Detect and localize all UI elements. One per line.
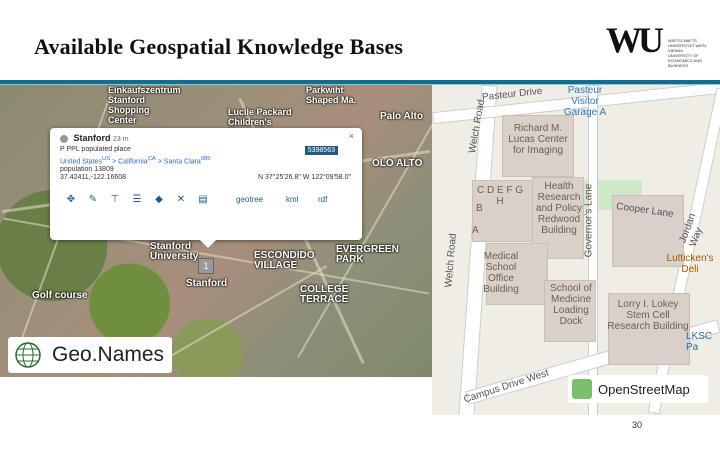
delete-icon[interactable]: ✕	[170, 194, 192, 205]
osm-logo-icon	[572, 379, 592, 399]
road-welch-road: Welch Road	[443, 232, 459, 289]
edit-icon[interactable]: ✎	[82, 194, 104, 205]
logo-text: WIRTSCHAFTS UNIVERSITÄT WIEN VIENNA UNIV…	[668, 38, 706, 68]
bldg-lucas-center: Richard M. Lucas Center for Imaging	[508, 123, 568, 156]
popup-distance: 23 m	[113, 136, 129, 143]
popup-place-name: Stanford	[73, 133, 111, 143]
osm-wordmark: OpenStreetMap	[598, 382, 690, 397]
map-label-shopping-center: Einkaufszentrum Stanford Shopping Center	[108, 85, 181, 125]
map-label-college-terrace: COLLEGE TERRACE	[300, 284, 349, 305]
popup-population: population 13809	[60, 166, 114, 173]
coords-decimal: 37.42411,-122.16608	[60, 174, 127, 181]
popup-title: Stanford 23 m	[60, 133, 129, 143]
hierarchy-county[interactable]: Santa Clara	[164, 158, 201, 165]
geonames-badge: Geo.Names	[8, 337, 172, 373]
population-label: population	[60, 166, 93, 173]
popup-hierarchy: United StatesUS > CaliforniaCA > Santa C…	[60, 156, 211, 166]
map-label-olo-alto: OLO ALTO	[372, 158, 423, 169]
openstreetmap-badge: OpenStreetMap	[568, 375, 708, 403]
map-cluster-marker[interactable]: 1	[198, 258, 214, 274]
popup-feature-class: P PPL populated place	[60, 146, 131, 153]
popup-toolbar: ✥ ✎ ⊤ ☰ ◆ ✕ ▤	[60, 194, 214, 205]
page-number: 30	[632, 420, 643, 430]
map-label-escondido: ESCONDIDO VILLAGE	[254, 250, 315, 271]
geonames-globe-icon	[15, 342, 41, 368]
feature-desc: populated place	[81, 146, 131, 153]
hierarchy-state[interactable]: California	[118, 158, 148, 165]
list-icon[interactable]: ☰	[126, 194, 148, 205]
tag-icon[interactable]: ◆	[148, 194, 170, 205]
table-icon[interactable]: ▤	[192, 194, 214, 205]
geonames-wordmark: Geo.Names	[52, 343, 165, 366]
bldg-health-research: Health Research and Policy Redwood Build…	[535, 181, 583, 236]
slide-title: Available Geospatial Knowledge Bases	[34, 34, 404, 59]
wu-logo: WU WIRTSCHAFTS UNIVERSITÄT WIEN VIENNA U…	[606, 22, 706, 74]
coords-dms: N 37°25'26.8" W 122°09'58.0"	[258, 174, 352, 181]
map-label-stanford: Stanford	[186, 278, 228, 289]
bldg-school-of-medicine: School of Medicine Loading Dock	[550, 283, 592, 327]
link-rdf[interactable]: rdf	[318, 195, 327, 204]
move-icon[interactable]: ✥	[60, 194, 82, 205]
bldg-lorry-lokey: Lorry I. Lokey Stem Cell Research Buildi…	[607, 299, 689, 332]
road-governors-lane: Governor's Lane	[583, 183, 595, 258]
map-label-golf: Golf course	[32, 290, 88, 301]
map-label-palo-alto: Palo Alto	[380, 111, 423, 122]
hierarchy-icon[interactable]: ⊤	[104, 194, 126, 205]
logo-mark: WU	[606, 20, 664, 60]
bldg-medical-school-office: Medical School Office Building	[483, 251, 519, 295]
globe-icon	[60, 134, 68, 143]
hierarchy-country[interactable]: United States	[60, 158, 102, 165]
feature-code: P PPL	[60, 146, 80, 153]
openstreetmap-map[interactable]: Pasteur Drive Welch Road Welch Road Gove…	[432, 85, 720, 415]
poi-lutticken-deli: Lutticken's Deli	[666, 253, 714, 275]
map-label-parkwith: Parkwiht Shaped Ma.	[306, 85, 357, 105]
link-kml[interactable]: kml	[286, 195, 298, 204]
map-label-evergreen: EVERGREEN PARK	[336, 244, 399, 265]
poi-lksc-parking: LKSC Pa	[686, 331, 713, 353]
link-geotree[interactable]: geotree	[236, 195, 263, 204]
hierarchy-county-code: 085	[200, 156, 211, 162]
bldg-b: B	[476, 203, 483, 214]
place-popup: Stanford 23 m × 5398563 P PPL populated …	[50, 128, 362, 248]
bldg-a: A	[472, 225, 479, 236]
geonames-id-badge[interactable]: 5398563	[304, 146, 338, 155]
population-value: 13809	[94, 166, 114, 173]
close-icon[interactable]: ×	[349, 131, 354, 141]
hierarchy-country-code: US	[102, 156, 111, 162]
poi-pasteur-garage: Pasteur Visitor Garage A	[563, 85, 607, 118]
hierarchy-state-code: CA	[147, 156, 156, 162]
